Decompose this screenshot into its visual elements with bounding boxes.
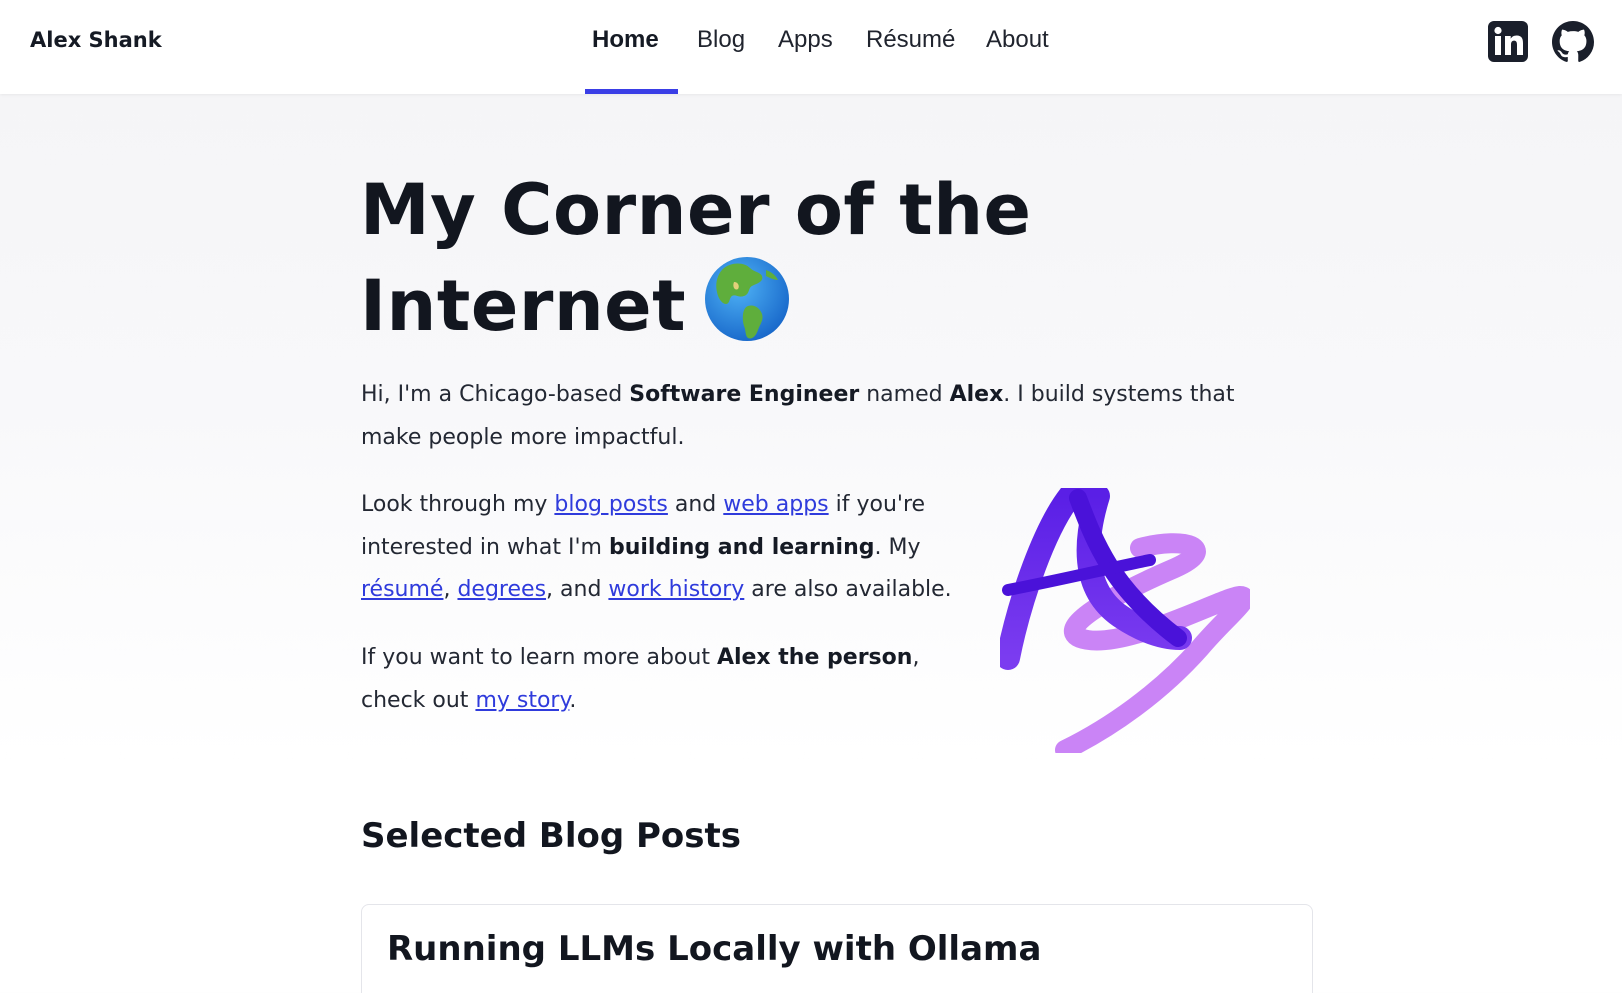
my-story-link[interactable]: my story bbox=[475, 688, 569, 713]
blog-posts-link[interactable]: blog posts bbox=[554, 492, 667, 517]
as-monogram-logo bbox=[996, 484, 1254, 760]
work-history-link[interactable]: work history bbox=[608, 577, 744, 602]
explore-text: Look through my bbox=[361, 492, 555, 517]
explore-text: , bbox=[443, 577, 458, 602]
section-title-blog: Selected Blog Posts bbox=[361, 816, 742, 856]
story-paragraph: If you want to learn more about Alex the… bbox=[361, 637, 981, 722]
explore-text: are also available. bbox=[744, 577, 952, 602]
nav-home[interactable]: Home bbox=[592, 26, 659, 54]
nav-active-indicator bbox=[585, 89, 678, 94]
explore-text: and bbox=[667, 492, 724, 517]
page-title: My Corner of the Internet bbox=[360, 164, 1080, 352]
title-line-1: My Corner of the bbox=[360, 169, 1032, 251]
story-text: If you want to learn more about bbox=[361, 645, 717, 670]
degrees-link[interactable]: degrees bbox=[457, 577, 546, 602]
blog-post-card[interactable]: Running LLMs Locally with Ollama bbox=[361, 904, 1313, 993]
nav-apps[interactable]: Apps bbox=[778, 26, 833, 54]
resume-link[interactable]: résumé bbox=[361, 577, 443, 602]
intro-text: named bbox=[859, 382, 950, 407]
blog-post-title[interactable]: Running LLMs Locally with Ollama bbox=[387, 929, 1041, 969]
github-icon[interactable] bbox=[1552, 21, 1594, 63]
linkedin-icon[interactable] bbox=[1488, 21, 1528, 62]
explore-text: , and bbox=[546, 577, 609, 602]
nav-about[interactable]: About bbox=[986, 26, 1049, 54]
explore-paragraph: Look through my blog posts and web apps … bbox=[361, 484, 961, 612]
story-text: . bbox=[569, 687, 577, 713]
globe-americas-icon bbox=[704, 256, 790, 342]
web-apps-link[interactable]: web apps bbox=[723, 492, 828, 517]
person-highlight: Alex the person bbox=[716, 645, 913, 670]
title-line-2: Internet bbox=[360, 265, 687, 347]
role-highlight: Software Engineer bbox=[629, 382, 860, 407]
intro-paragraph: Hi, I'm a Chicago-based Software Enginee… bbox=[361, 374, 1241, 459]
name-highlight: Alex bbox=[949, 382, 1004, 407]
nav-blog[interactable]: Blog bbox=[697, 26, 745, 54]
nav-resume[interactable]: Résumé bbox=[866, 26, 955, 54]
site-brand-link[interactable]: Alex Shank bbox=[30, 28, 162, 52]
intro-text: Hi, I'm a Chicago-based bbox=[361, 382, 630, 407]
building-learning-highlight: building and learning bbox=[608, 534, 875, 560]
site-header: Alex Shank Home Blog Apps Résumé About bbox=[0, 0, 1622, 94]
explore-text: . My bbox=[874, 534, 921, 560]
